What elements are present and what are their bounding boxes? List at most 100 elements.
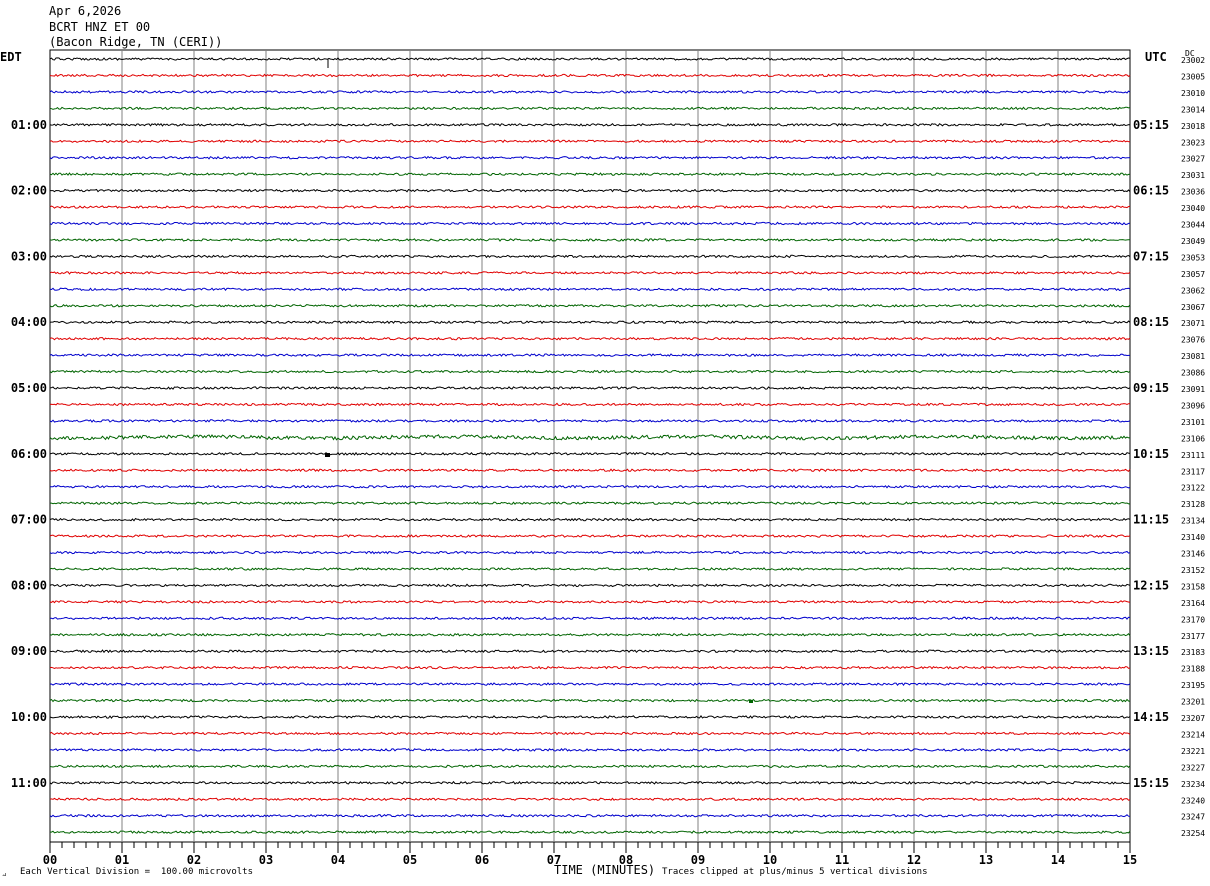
trace-line bbox=[49, 122, 1131, 127]
row-id-label: 23170 bbox=[1181, 615, 1205, 624]
row-id-label: 23221 bbox=[1181, 747, 1205, 756]
trace-line bbox=[49, 698, 1131, 703]
x-tick-label: 12 bbox=[907, 853, 921, 867]
trace-line bbox=[49, 386, 1131, 390]
row-id-label: 23049 bbox=[1181, 237, 1205, 246]
trace-line bbox=[49, 517, 1131, 522]
x-tick-label: 05 bbox=[403, 853, 417, 867]
row-id-label: 23234 bbox=[1181, 780, 1205, 789]
trace-line bbox=[49, 89, 1131, 94]
row-id-label: 23183 bbox=[1181, 648, 1205, 657]
left-hour-label: 03:00 bbox=[11, 249, 47, 263]
row-id-label: 23086 bbox=[1181, 369, 1205, 378]
right-hour-label: 11:15 bbox=[1133, 513, 1169, 527]
row-id-label: 23076 bbox=[1181, 336, 1205, 345]
row-id-label: 23053 bbox=[1181, 253, 1205, 262]
x-tick-label: 15 bbox=[1123, 853, 1137, 867]
trace-line bbox=[49, 419, 1131, 423]
x-tick-label: 10 bbox=[763, 853, 777, 867]
trace-line bbox=[49, 303, 1131, 308]
left-hour-label: 06:00 bbox=[11, 447, 47, 461]
row-id-label: 23195 bbox=[1181, 681, 1205, 690]
right-hour-label: 15:15 bbox=[1133, 776, 1169, 790]
x-tick-label: 06 bbox=[475, 853, 489, 867]
x-tick-label: 13 bbox=[979, 853, 993, 867]
trace-line bbox=[49, 599, 1131, 604]
trace-line bbox=[49, 583, 1131, 588]
row-id-label: 23188 bbox=[1181, 665, 1205, 674]
row-id-label: 23111 bbox=[1181, 451, 1205, 460]
row-id-label: 23164 bbox=[1181, 599, 1205, 608]
trace-line bbox=[49, 73, 1131, 78]
trace-line bbox=[49, 106, 1131, 111]
row-id-label: 23040 bbox=[1181, 204, 1205, 213]
trace-line bbox=[49, 139, 1131, 144]
row-id-label: 23158 bbox=[1181, 582, 1205, 591]
row-id-label: 23146 bbox=[1181, 550, 1205, 559]
trace-line bbox=[50, 484, 1131, 489]
right-hour-label: 05:15 bbox=[1133, 118, 1169, 132]
row-id-label: 23005 bbox=[1181, 72, 1205, 81]
x-tick-label: 09 bbox=[691, 853, 705, 867]
trace-line bbox=[50, 616, 1131, 621]
row-id-label: 23027 bbox=[1181, 155, 1205, 164]
trace-line bbox=[50, 501, 1131, 506]
row-id-label: 23062 bbox=[1181, 286, 1205, 295]
event-mark bbox=[325, 453, 330, 457]
trace-line bbox=[49, 797, 1131, 802]
x-tick-label: 01 bbox=[115, 853, 129, 867]
trace-line bbox=[49, 336, 1131, 341]
event-mark bbox=[749, 700, 753, 703]
trace-line bbox=[49, 238, 1130, 242]
trace-line bbox=[49, 682, 1131, 687]
trace-line bbox=[49, 764, 1131, 769]
trace-line bbox=[49, 221, 1131, 226]
trace-line bbox=[49, 550, 1131, 555]
row-id-label: 23140 bbox=[1181, 533, 1205, 542]
trace-line bbox=[49, 813, 1131, 818]
row-id-label: 23002 bbox=[1181, 56, 1205, 65]
trace-line bbox=[49, 731, 1131, 736]
trace-line bbox=[49, 434, 1131, 441]
trace-line bbox=[49, 632, 1131, 637]
trace-line bbox=[49, 649, 1131, 654]
trace-line bbox=[50, 188, 1131, 193]
row-id-label: 23091 bbox=[1181, 385, 1205, 394]
row-id-label: 23036 bbox=[1181, 188, 1205, 197]
row-id-label: 23152 bbox=[1181, 566, 1205, 575]
x-tick-label: 03 bbox=[259, 853, 273, 867]
right-hour-label: 14:15 bbox=[1133, 710, 1169, 724]
row-id-label: 23057 bbox=[1181, 270, 1205, 279]
row-id-label: 23031 bbox=[1181, 171, 1205, 180]
trace-line bbox=[49, 780, 1130, 785]
left-hour-label: 01:00 bbox=[11, 118, 47, 132]
trace-line bbox=[49, 254, 1131, 259]
seismogram-plot: 23002 23005 23010 23014 23018 23023 23027 23031… bbox=[11, 49, 1205, 867]
row-id-label: 23122 bbox=[1181, 484, 1205, 493]
row-id-label: 23227 bbox=[1181, 763, 1205, 772]
right-hour-label: 08:15 bbox=[1133, 315, 1169, 329]
trace-line bbox=[50, 830, 1131, 835]
row-id-label: 23096 bbox=[1181, 401, 1205, 410]
trace-line bbox=[49, 172, 1131, 177]
row-id-label: 23201 bbox=[1181, 698, 1205, 707]
trace-line bbox=[49, 451, 1131, 456]
trace-line bbox=[49, 748, 1131, 752]
left-hour-label: 10:00 bbox=[11, 710, 47, 724]
row-id-label: 23071 bbox=[1181, 319, 1205, 328]
trace-line bbox=[49, 270, 1131, 275]
right-hour-label: 10:15 bbox=[1133, 447, 1169, 461]
x-axis-title: TIME (MINUTES) bbox=[554, 863, 656, 877]
scale-note: Each Vertical Division = 100.00 microvol… bbox=[20, 867, 253, 877]
row-id-label: 23010 bbox=[1181, 89, 1205, 98]
row-id-label: 23044 bbox=[1181, 221, 1205, 230]
row-id-label: 23067 bbox=[1181, 303, 1205, 312]
row-id-label: 23177 bbox=[1181, 632, 1205, 641]
trace-line bbox=[49, 369, 1131, 374]
left-hour-label: 11:00 bbox=[11, 776, 47, 790]
trace-line bbox=[49, 155, 1131, 160]
row-id-label: 23023 bbox=[1181, 138, 1205, 147]
row-id-label: 23117 bbox=[1181, 467, 1205, 476]
row-id-label: 23207 bbox=[1181, 714, 1205, 723]
right-hour-label: 12:15 bbox=[1133, 578, 1169, 592]
